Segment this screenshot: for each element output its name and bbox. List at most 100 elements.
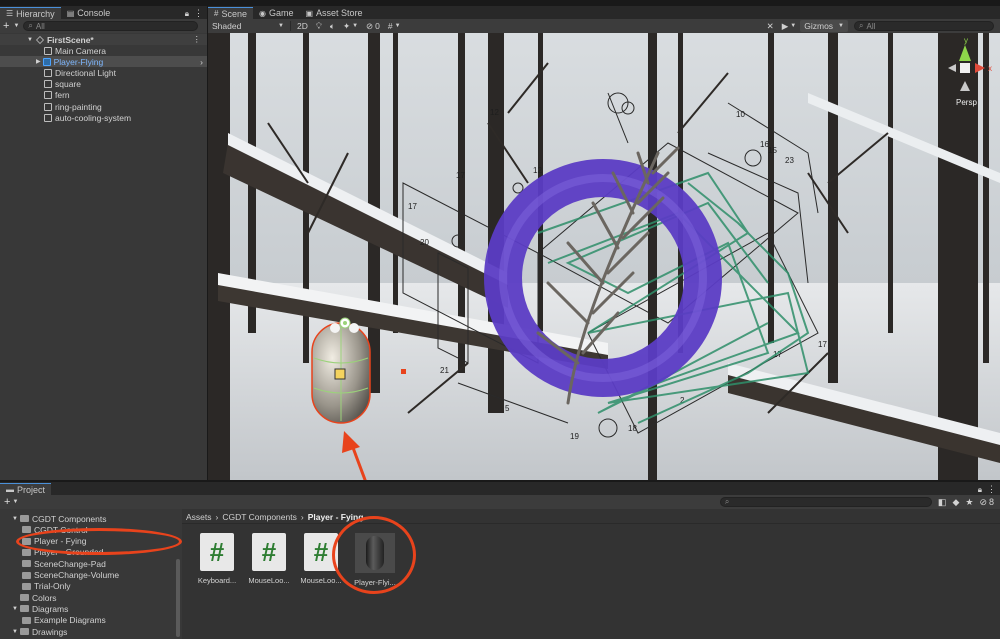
tab-console-label: Console xyxy=(77,8,111,18)
project-folder-tree: ▼ CGDT Components CGDT Control Player - Fyi… xyxy=(0,509,182,639)
tab-project[interactable]: ▬ Project xyxy=(0,483,52,495)
effects-dropdown[interactable]: ✦ ▼ xyxy=(339,20,362,32)
expand-arrow-icon[interactable]: ▼ xyxy=(12,606,20,612)
hierarchy-item[interactable]: ring-painting xyxy=(0,101,207,112)
tab-game[interactable]: ◉ Game xyxy=(253,7,300,19)
effects-icon: ✦ xyxy=(342,20,351,31)
lock-icon[interactable]: 🔒︎ xyxy=(978,485,982,495)
scene-toolbar: Shaded ▼ 2D 💡︎ 🔈︎ ✦ ▼ ⊘ 0 # ▼ ✕ ▶ ▼ Gizmos … xyxy=(208,19,1000,33)
folder-item[interactable]: Trial-Only xyxy=(22,581,71,592)
breadcrumb: Assets › CGDT Components › Player - Fyin… xyxy=(186,512,363,522)
diagram-number: 19 xyxy=(570,432,579,441)
diagram-number: 15 xyxy=(768,146,777,155)
hierarchy-search-input[interactable]: ⌕ All xyxy=(23,21,199,31)
tab-asset-store[interactable]: ▣ Asset Store xyxy=(299,7,368,19)
expand-arrow-icon[interactable]: ▼ xyxy=(12,516,20,522)
asset-script[interactable]: # MouseLoo... xyxy=(241,533,297,589)
gamepad-icon: ◉ xyxy=(258,8,266,18)
folder-tree-scrollbar[interactable] xyxy=(176,559,180,637)
grid-icon: # xyxy=(214,9,219,18)
folder-item[interactable]: CGDT Control xyxy=(22,524,88,535)
folder-label: Diagrams xyxy=(32,603,69,614)
lighting-toggle-button[interactable]: 💡︎ xyxy=(312,20,326,32)
folder-icon xyxy=(20,594,29,602)
scene-view[interactable]: 17 12 17 12 20 21 5 19 18 2 17 17 10 16 … xyxy=(208,33,1000,480)
favorite-icon[interactable]: ★ xyxy=(965,497,973,508)
axis-y-label: y xyxy=(964,36,968,45)
shading-mode-value: Shaded xyxy=(212,21,242,31)
hierarchy-item[interactable]: fern xyxy=(0,90,207,101)
scene-root-row[interactable]: ▼ FirstScene* ⋮ xyxy=(0,34,207,45)
chevron-down-icon[interactable]: ▼ xyxy=(12,499,18,505)
more-options-icon[interactable]: ⋮ xyxy=(193,34,202,45)
hierarchy-search-placeholder: All xyxy=(35,21,45,31)
2d-toggle-button[interactable]: 2D xyxy=(293,20,312,32)
folder-label: CGDT Components xyxy=(32,513,107,524)
diagram-number: 12 xyxy=(490,108,499,117)
search-icon: ⌕ xyxy=(724,497,730,506)
more-options-icon[interactable]: ⋮ xyxy=(194,8,203,19)
project-search-input[interactable]: ⌕ xyxy=(719,497,932,507)
unity-scene-icon xyxy=(35,35,44,44)
diagram-number: 18 xyxy=(628,424,637,433)
gizmos-dropdown[interactable]: Gizmos ▼ xyxy=(800,20,848,32)
scene-canvas: 17 12 17 12 20 21 5 19 18 2 17 17 10 16 … xyxy=(208,33,1000,480)
asset-prefab[interactable]: Player-Flyi... xyxy=(347,533,403,589)
hierarchy-item[interactable]: ▶ Player-Flying › xyxy=(0,56,207,68)
folder-label: SceneChange-Pad xyxy=(34,558,106,569)
filter-by-type-icon[interactable]: ◧ xyxy=(938,497,947,508)
expand-arrow-icon[interactable]: ▶ xyxy=(36,58,41,65)
chevron-right-icon[interactable]: › xyxy=(200,57,203,67)
eye-slash-icon[interactable]: ⊘ xyxy=(979,497,987,508)
chevron-down-icon: ▼ xyxy=(790,23,797,29)
add-icon[interactable]: + xyxy=(4,496,10,508)
asset-script[interactable]: # MouseLoo... xyxy=(293,533,349,589)
breadcrumb-item[interactable]: Player - Fying xyxy=(308,512,364,522)
tab-hierarchy[interactable]: ☰ Hierarchy xyxy=(0,7,61,19)
add-icon[interactable]: + xyxy=(3,20,9,32)
diagram-number: 17 xyxy=(818,340,827,349)
diagram-number: 17 xyxy=(456,171,465,180)
divider xyxy=(182,523,1000,524)
capsule-prefab-icon xyxy=(355,533,395,573)
folder-item[interactable]: Player - Grounded xyxy=(22,547,103,558)
folder-item[interactable]: SceneChange-Volume xyxy=(22,570,119,581)
folder-icon: ▬ xyxy=(6,485,14,494)
folder-item[interactable]: ▼ Diagrams xyxy=(12,603,68,614)
expand-arrow-icon[interactable]: ▼ xyxy=(12,629,20,635)
hidden-objects-toggle[interactable]: ⊘ 0 xyxy=(362,20,384,32)
filter-by-label-icon[interactable]: ◆ xyxy=(952,497,959,508)
folder-item[interactable]: Colors xyxy=(12,592,57,603)
hierarchy-item[interactable]: square xyxy=(0,79,207,90)
audio-toggle-button[interactable]: 🔈︎ xyxy=(326,20,339,32)
scene-search-input[interactable]: ⌕ All xyxy=(854,21,994,31)
hierarchy-item[interactable]: Main Camera xyxy=(0,45,207,56)
more-options-icon[interactable]: ⋮ xyxy=(987,484,996,495)
folder-item[interactable]: Example Diagrams xyxy=(22,615,106,626)
tab-scene[interactable]: # Scene xyxy=(208,7,253,19)
shading-mode-dropdown[interactable]: Shaded ▼ xyxy=(208,20,288,32)
camera-dropdown[interactable]: ▶ ▼ xyxy=(778,20,801,32)
breadcrumb-item[interactable]: Assets xyxy=(186,512,212,522)
hidden-count: 0 xyxy=(375,21,380,31)
tab-scene-label: Scene xyxy=(221,8,247,19)
eye-slash-icon: ⊘ xyxy=(366,20,374,31)
chevron-down-icon[interactable]: ▼ xyxy=(13,23,19,29)
tools-button[interactable]: ✕ xyxy=(763,20,778,32)
tab-console[interactable]: ▤ Console xyxy=(61,7,117,19)
hierarchy-item[interactable]: Directional Light xyxy=(0,67,207,78)
hierarchy-item[interactable]: auto-cooling-system xyxy=(0,112,207,123)
folder-item[interactable]: SceneChange-Pad xyxy=(22,558,106,569)
asset-script[interactable]: # Keyboard... xyxy=(189,533,245,589)
folder-item[interactable]: Player - Fying xyxy=(22,536,86,547)
expand-arrow-icon[interactable]: ▼ xyxy=(27,37,33,43)
grid-toggle-dropdown[interactable]: # ▼ xyxy=(384,20,405,32)
store-icon: ▣ xyxy=(305,8,314,18)
folder-item[interactable]: ▼ Drawings xyxy=(12,626,67,637)
lock-icon[interactable]: 🔒︎ xyxy=(185,9,189,19)
folder-item[interactable]: ▼ CGDT Components xyxy=(12,513,106,524)
asset-label: MouseLoo... xyxy=(300,576,342,585)
breadcrumb-item[interactable]: CGDT Components xyxy=(222,512,296,522)
diagram-number: 21 xyxy=(440,366,449,375)
blue-cube-icon xyxy=(42,57,51,66)
